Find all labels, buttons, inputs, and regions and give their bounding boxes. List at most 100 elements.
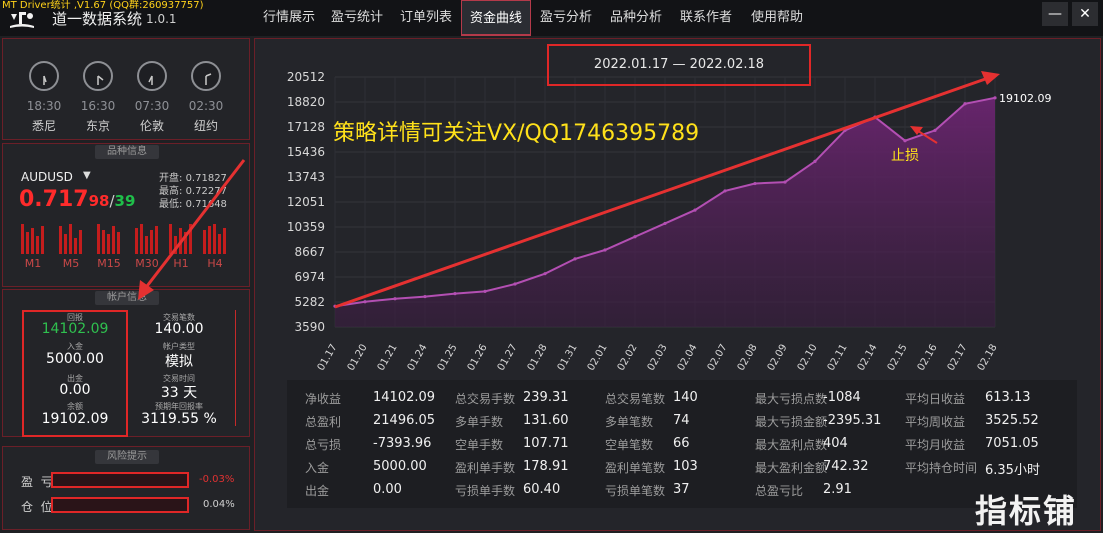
stat-value: 0.00 <box>373 482 402 497</box>
stats-row: 空单手数 107.71 <box>455 436 603 456</box>
title-bar: MT Driver统计 ,V1.67 (QQ群:260937757) 道一数据系… <box>0 0 1103 36</box>
stat-label: 平均月收益 <box>905 438 966 452</box>
account-type-value: 模拟 <box>165 354 193 370</box>
tab-pnl-analysis[interactable]: 盈亏分析 <box>531 0 601 36</box>
stat-value: 5000.00 <box>373 459 427 474</box>
clock-face-icon <box>137 61 167 91</box>
stat-label: 总交易笔数 <box>605 392 666 406</box>
y-tick-label: 15436 <box>287 145 325 159</box>
stats-row: 总亏损 -7393.96 <box>305 436 453 456</box>
equity-point <box>483 289 487 293</box>
minimize-icon[interactable]: — <box>1042 2 1068 26</box>
equity-point <box>453 292 457 296</box>
clock-time: 16:30 <box>80 99 116 113</box>
x-tick-label: 02.08 <box>736 342 760 372</box>
equity-point <box>963 102 967 106</box>
stat-value: -1084 <box>823 390 861 405</box>
stat-value: 103 <box>673 459 698 474</box>
stat-label: 平均持仓时间 <box>905 461 978 475</box>
stat-value: 66 <box>673 436 690 451</box>
tab-pnl-stats[interactable]: 盈亏统计 <box>323 0 391 36</box>
stat-value: 7051.05 <box>985 436 1039 451</box>
x-tick-label: 01.21 <box>376 342 400 372</box>
stat-label: 最大盈利金额 <box>755 461 828 475</box>
equity-point <box>693 208 697 212</box>
price-bid-small: 98 <box>88 192 110 210</box>
stat-label: 最大亏损金额 <box>755 415 828 429</box>
tab-contact-author[interactable]: 联系作者 <box>671 0 741 36</box>
stat-label: 亏损单手数 <box>455 484 516 498</box>
stat-value: 21496.05 <box>373 413 436 428</box>
chevron-down-icon[interactable]: ▼ <box>83 170 91 181</box>
clock-city: 伦敦 <box>139 119 164 133</box>
stat-value: 37 <box>673 482 690 497</box>
tab-help[interactable]: 使用帮助 <box>741 0 813 36</box>
position-risk-value: 0.04% <box>203 499 235 510</box>
trades-value: 140.00 <box>154 321 204 337</box>
stats-row: 总盈利 21496.05 <box>305 413 453 433</box>
x-tick-label: 01.20 <box>346 342 370 372</box>
stats-row: 最大亏损金额 -2395.31 <box>755 413 903 433</box>
equity-point <box>423 294 427 299</box>
stat-label: 盈利单手数 <box>455 461 516 475</box>
world-clocks-panel: 18:30 16:30 07:30 02:30 悉尼 东京 伦敦 纽约 <box>2 38 250 140</box>
y-tick-label: 10359 <box>287 220 325 234</box>
x-tick-label: 01.24 <box>406 342 430 372</box>
x-tick-label: 02.11 <box>826 342 850 372</box>
equity-point <box>543 272 547 276</box>
tab-quotes[interactable]: 行情展示 <box>255 0 323 36</box>
stat-label: 多单手数 <box>455 415 504 429</box>
y-tick-label: 13743 <box>287 170 325 184</box>
tab-equity-curve[interactable]: 资金曲线 <box>461 0 531 36</box>
clock-face-icon <box>191 61 221 91</box>
timeframe-label[interactable]: M5 <box>56 257 86 270</box>
stat-label: 最大亏损点数 <box>755 392 828 406</box>
stat-label: 净收益 <box>305 392 342 406</box>
stat-value: 3525.52 <box>985 413 1039 428</box>
tab-orders[interactable]: 订单列表 <box>391 0 461 36</box>
balance-value: 19102.09 <box>41 411 109 427</box>
stat-label: 总盈亏比 <box>755 484 804 498</box>
symbol-name[interactable]: AUDUSD <box>21 170 73 184</box>
equity-curve-chart: 20512 18820 17128 15436 13743 12051 10359 8667 6… <box>287 70 1052 373</box>
timeframe-label[interactable]: M1 <box>18 257 48 270</box>
x-axis-ticks: 01.17 01.20 01.21 01.24 01.25 01.26 01.27 01.28… <box>316 342 1000 372</box>
end-value-label: 19102.09 <box>999 92 1052 105</box>
stat-value: 74 <box>673 413 690 428</box>
clock-time: 07:30 <box>134 99 170 113</box>
app-version: 1.0.1 <box>146 12 177 26</box>
x-tick-label: 02.09 <box>766 342 790 372</box>
x-tick-label: 01.27 <box>496 342 520 372</box>
deposit-value: 5000.00 <box>46 351 104 367</box>
close-icon[interactable]: ✕ <box>1072 2 1098 26</box>
stat-value: 742.32 <box>823 459 869 474</box>
equity-point <box>663 221 667 226</box>
clock-time: 02:30 <box>188 99 224 113</box>
tab-symbol-analysis[interactable]: 品种分析 <box>601 0 671 36</box>
y-tick-label: 17128 <box>287 120 325 134</box>
equity-point <box>573 257 577 261</box>
watermark: 指标铺 <box>975 492 1078 530</box>
x-tick-label: 02.01 <box>586 342 610 372</box>
position-risk-bar <box>51 497 189 513</box>
stat-label: 空单手数 <box>455 438 504 452</box>
stat-value: 131.60 <box>523 413 569 428</box>
stat-label: 总交易手数 <box>455 392 516 406</box>
equity-point <box>633 235 637 239</box>
stats-row: 亏损单笔数 37 <box>605 482 753 502</box>
equity-point <box>783 180 787 184</box>
strategy-annotation: 策略详情可关注VX/QQ1746395789 <box>333 121 700 146</box>
equity-point <box>363 300 367 304</box>
stat-value: 404 <box>823 436 848 451</box>
x-tick-label: 02.04 <box>676 342 700 372</box>
pointer-arrow <box>138 159 246 300</box>
stats-row: 最大亏损点数 -1084 <box>755 390 903 410</box>
clock-city: 东京 <box>85 119 110 133</box>
equity-point <box>723 189 727 193</box>
profit-risk-bar <box>51 472 189 488</box>
stats-row: 多单笔数 74 <box>605 413 753 433</box>
arrow-head-icon <box>138 280 154 300</box>
y-tick-label: 8667 <box>294 245 325 259</box>
stat-label: 平均周收益 <box>905 415 966 429</box>
signal-bars-icon <box>59 224 83 254</box>
